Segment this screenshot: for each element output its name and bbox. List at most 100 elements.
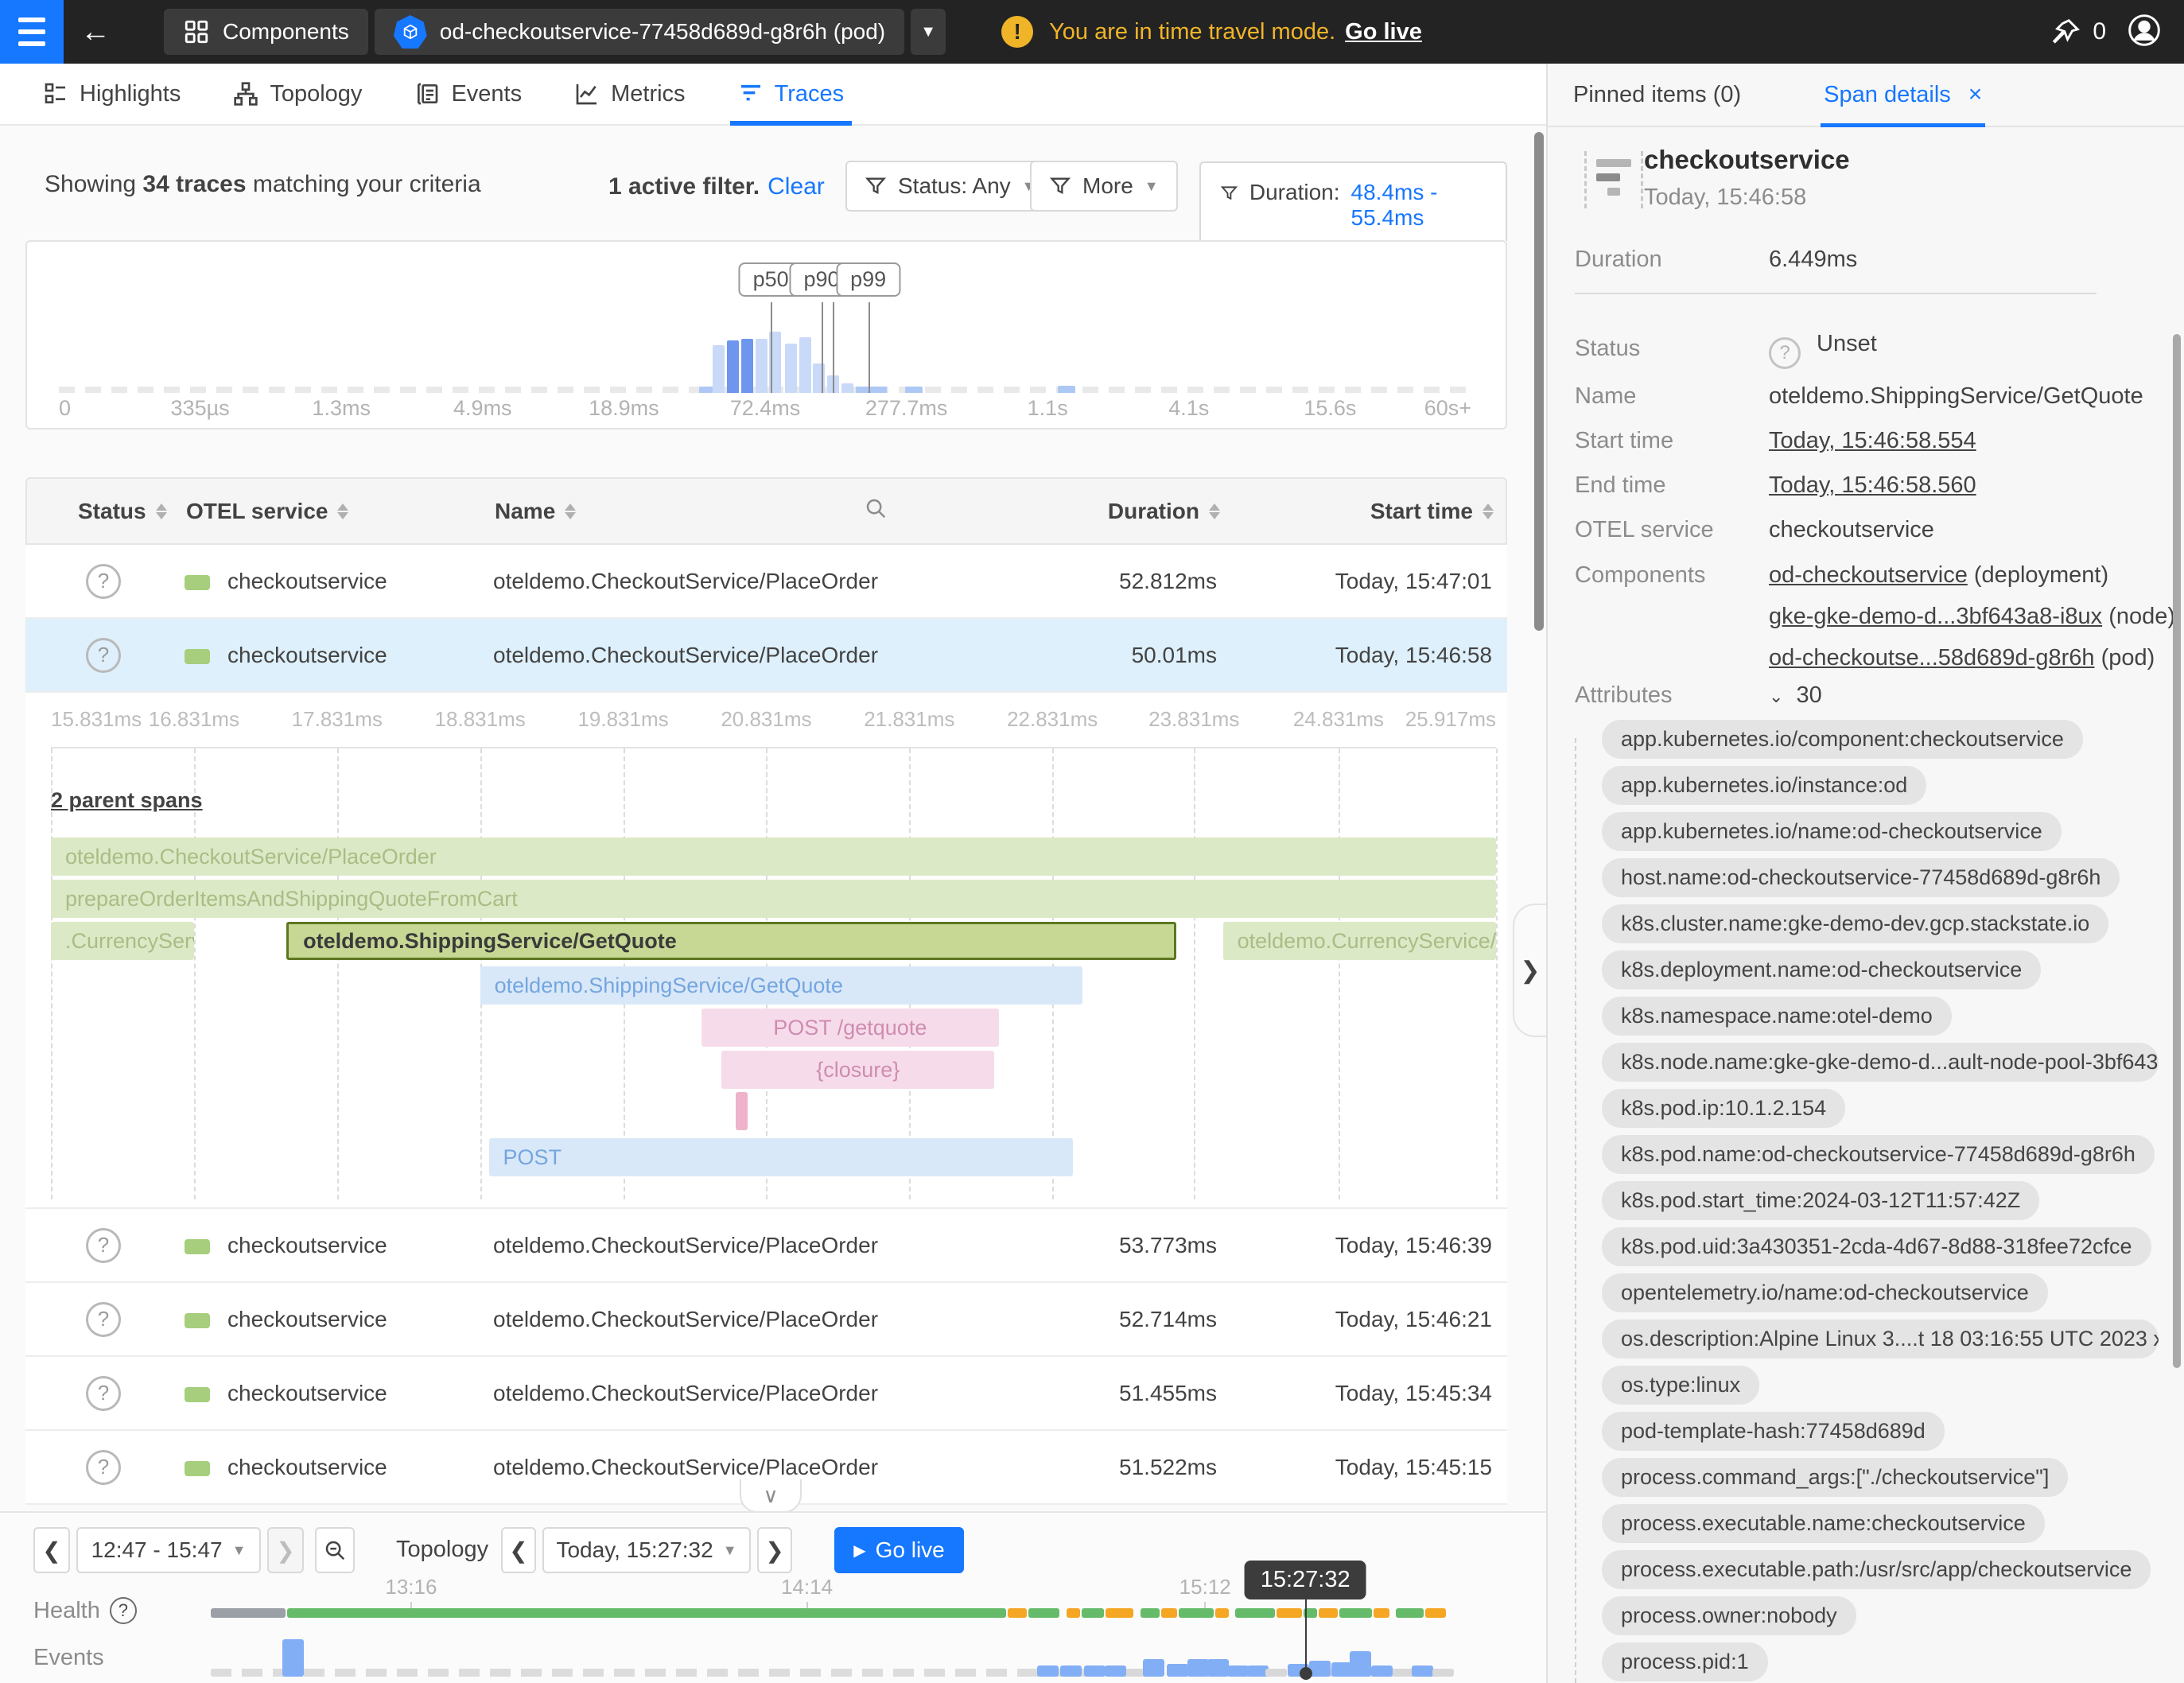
attribute-pill[interactable]: k8s.namespace.name:otel-demo — [1602, 997, 1952, 1036]
time-cursor-line[interactable] — [1305, 1599, 1307, 1672]
go-live-button[interactable]: ▶Go live — [834, 1527, 964, 1573]
tab-metrics[interactable]: Metrics — [560, 64, 699, 124]
span-bar[interactable]: oteldemo.CheckoutService/PlaceOrder — [51, 838, 1496, 876]
attributes-count[interactable]: ⌄30 — [1769, 682, 1822, 709]
event-bar[interactable] — [1187, 1659, 1209, 1677]
span-bar[interactable]: oteldemo.CurrencyService/Co — [1223, 922, 1496, 960]
attribute-pill[interactable]: os.description:Alpine Linux 3....t 18 03… — [1602, 1320, 2159, 1358]
attribute-pill[interactable]: k8s.pod.start_time:2024-03-12T11:57:42Z — [1602, 1181, 2039, 1220]
attribute-pill[interactable]: pod-template-hash:77458d689d — [1602, 1412, 1945, 1451]
pod-selector-caret[interactable]: ▼ — [911, 9, 946, 55]
trace-row[interactable]: ?checkoutserviceoteldemo.CheckoutService… — [25, 619, 1507, 693]
trace-row[interactable]: ?checkoutserviceoteldemo.CheckoutService… — [25, 1209, 1507, 1283]
duration-filter[interactable]: Duration: 48.4ms - 55.4ms — [1199, 161, 1507, 241]
histogram-bar[interactable] — [813, 363, 825, 393]
trace-row[interactable]: ?checkoutserviceoteldemo.CheckoutService… — [25, 1357, 1507, 1431]
tab-pinned-items[interactable]: Pinned items (0) — [1573, 82, 1741, 108]
help-icon[interactable]: ? — [110, 1597, 137, 1624]
parent-spans-link[interactable]: 2 parent spans — [51, 788, 203, 813]
tab-topology[interactable]: Topology — [219, 64, 376, 124]
end-time-value[interactable]: Today, 15:46:58.560 — [1769, 472, 1976, 499]
span-bar[interactable]: POST /getquote — [701, 1009, 999, 1047]
menu-icon[interactable] — [0, 0, 64, 64]
avatar[interactable] — [2127, 13, 2162, 52]
more-filter-button[interactable]: More▼ — [1030, 161, 1178, 212]
clear-filter-link[interactable]: Clear — [768, 173, 825, 200]
sort-icon[interactable] — [337, 503, 348, 519]
header-duration[interactable]: Duration — [981, 499, 1220, 524]
event-bar[interactable] — [1037, 1666, 1059, 1677]
attribute-pill[interactable]: app.kubernetes.io/instance:od — [1602, 766, 1926, 805]
component-link[interactable]: gke-gke-demo-d...3bf643a8-i8ux — [1769, 604, 2102, 629]
pin-icon[interactable]: 0 — [2051, 17, 2106, 47]
time-next-button[interactable]: ❯ — [757, 1527, 792, 1573]
tab-highlights[interactable]: Highlights — [29, 64, 195, 124]
component-link[interactable]: od-checkoutse...58d689d-g8r6h — [1769, 645, 2095, 670]
header-name[interactable]: Name — [472, 496, 981, 526]
time-prev-button[interactable]: ❮ — [501, 1527, 536, 1573]
range-next-button[interactable]: ❯ — [267, 1527, 304, 1573]
attribute-pill[interactable]: k8s.pod.uid:3a430351-2cda-4d67-8d88-318f… — [1602, 1227, 2151, 1266]
attribute-pill[interactable]: k8s.pod.ip:10.1.2.154 — [1602, 1089, 1845, 1128]
histogram-bar[interactable] — [756, 339, 768, 393]
tab-traces[interactable]: Traces — [724, 64, 859, 124]
attribute-pill[interactable]: process.executable.path:/usr/src/app/che… — [1602, 1550, 2151, 1589]
span-bar[interactable]: .CurrencyServ... — [51, 922, 194, 960]
close-icon[interactable]: × — [1968, 81, 1983, 108]
attribute-pill[interactable]: os.type:linux — [1602, 1366, 1759, 1405]
attribute-pill[interactable]: process.owner:nobody — [1602, 1596, 1856, 1635]
sort-icon[interactable] — [1209, 503, 1220, 519]
event-bar[interactable] — [1207, 1659, 1229, 1677]
tab-span-details[interactable]: Span details — [1824, 82, 1951, 108]
attribute-pill[interactable]: k8s.node.name:gke-gke-demo-d...ault-node… — [1602, 1043, 2159, 1082]
event-bar[interactable] — [1227, 1666, 1249, 1677]
span-bar[interactable]: oteldemo.ShippingService/GetQuote — [286, 922, 1176, 960]
header-start-time[interactable]: Start time — [1220, 499, 1509, 524]
span-bar[interactable]: POST — [489, 1138, 1073, 1176]
event-bar[interactable] — [1432, 1669, 1454, 1677]
events-timeline[interactable] — [211, 1638, 1448, 1677]
zoom-out-button[interactable] — [315, 1527, 355, 1573]
event-bar[interactable] — [1412, 1666, 1433, 1677]
span-bar[interactable]: oteldemo.ShippingService/GetQuote — [480, 966, 1083, 1005]
attribute-pill[interactable]: k8s.cluster.name:gke-demo-dev.gcp.stacks… — [1602, 904, 2108, 943]
search-icon[interactable] — [864, 496, 888, 526]
sort-icon[interactable] — [1483, 503, 1494, 519]
duration-histogram[interactable]: p50p90p99 0335µs1.3ms4.9ms18.9ms72.4ms27… — [25, 240, 1507, 429]
side-panel-scrollbar[interactable] — [2173, 334, 2181, 1368]
event-bar[interactable] — [1143, 1659, 1164, 1677]
histogram-bar[interactable] — [905, 387, 923, 393]
histogram-bar[interactable] — [869, 387, 887, 393]
go-live-link[interactable]: Go live — [1345, 19, 1422, 45]
event-bar[interactable] — [1371, 1666, 1393, 1677]
histogram-bar[interactable] — [799, 337, 811, 393]
attribute-pill[interactable]: process.executable.name:checkoutservice — [1602, 1504, 2045, 1543]
event-bar[interactable] — [1265, 1669, 1287, 1677]
histogram-bar[interactable] — [741, 339, 753, 393]
attribute-pill[interactable]: k8s.pod.name:od-checkoutservice-77458d68… — [1602, 1135, 2155, 1174]
panel-collapse-handle[interactable]: ❯ — [1513, 904, 1546, 1037]
event-bar[interactable] — [1105, 1666, 1126, 1677]
header-status[interactable]: Status — [27, 499, 186, 524]
event-bar[interactable] — [282, 1639, 304, 1677]
histogram-bar[interactable] — [727, 340, 739, 393]
event-bar[interactable] — [1350, 1651, 1371, 1677]
attribute-pill[interactable]: opentelemetry.io/name:od-checkoutservice — [1602, 1273, 2048, 1312]
histogram-bar[interactable] — [1058, 386, 1075, 393]
trace-row[interactable]: ?checkoutserviceoteldemo.CheckoutService… — [25, 545, 1507, 619]
attribute-pill[interactable]: app.kubernetes.io/component:checkoutserv… — [1602, 720, 2083, 759]
tab-events[interactable]: Events — [400, 64, 536, 124]
back-arrow-icon[interactable]: ← — [64, 0, 127, 64]
event-bar[interactable] — [1060, 1666, 1082, 1677]
trace-row[interactable]: ?checkoutserviceoteldemo.CheckoutService… — [25, 1283, 1507, 1357]
span-bar[interactable]: prepareOrderItemsAndShippingQuoteFromCar… — [51, 880, 1496, 918]
status-filter-button[interactable]: Status: Any▼ — [845, 161, 1055, 212]
span-bar[interactable]: {closure} — [721, 1051, 994, 1089]
component-link[interactable]: od-checkoutservice — [1769, 562, 1968, 588]
event-bar[interactable] — [1084, 1666, 1106, 1677]
header-otel-service[interactable]: OTEL service — [186, 499, 472, 524]
histogram-bar[interactable] — [785, 344, 797, 393]
pod-selector[interactable]: od-checkoutservice-77458d689d-g8r6h (pod… — [375, 9, 904, 55]
collapse-waterfall-button[interactable]: ∨ — [740, 1479, 802, 1511]
event-bar[interactable] — [1167, 1664, 1188, 1677]
